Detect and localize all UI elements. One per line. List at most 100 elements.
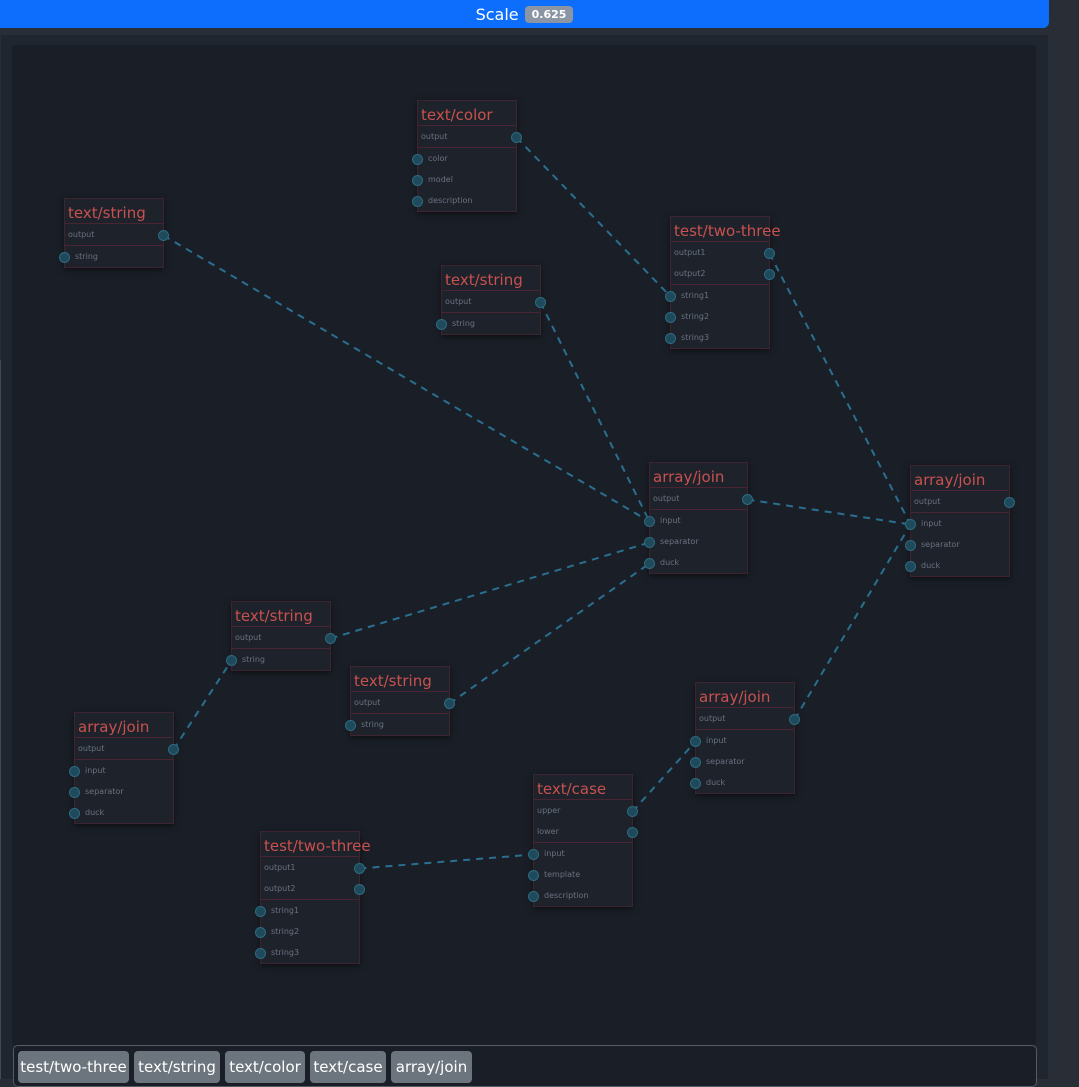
- input-port[interactable]: model: [412, 169, 516, 190]
- port-socket[interactable]: [69, 766, 80, 777]
- input-port[interactable]: string1: [255, 899, 359, 921]
- port-socket[interactable]: [345, 720, 356, 731]
- port-socket[interactable]: [59, 252, 70, 263]
- port-socket[interactable]: [690, 736, 701, 747]
- port-socket[interactable]: [690, 778, 701, 789]
- port-socket[interactable]: [412, 175, 423, 186]
- port-socket[interactable]: [354, 884, 365, 895]
- port-socket[interactable]: [69, 808, 80, 819]
- graph-node[interactable]: text/string output string: [345, 666, 455, 736]
- port-socket[interactable]: [69, 787, 80, 798]
- output-port[interactable]: output: [65, 224, 169, 245]
- palette-button-join[interactable]: array/join: [391, 1051, 472, 1083]
- port-socket[interactable]: [535, 297, 546, 308]
- graph-node[interactable]: array/join output input separator duck: [69, 712, 179, 824]
- port-socket[interactable]: [1004, 497, 1015, 508]
- port-socket[interactable]: [511, 132, 522, 143]
- input-port[interactable]: input: [644, 509, 747, 531]
- graph-node[interactable]: test/two-three output1 output2 string1 strin…: [255, 831, 371, 964]
- port-socket[interactable]: [742, 494, 753, 505]
- output-port[interactable]: lower: [534, 821, 638, 842]
- port-socket[interactable]: [665, 312, 676, 323]
- input-port[interactable]: string2: [255, 921, 359, 942]
- input-port[interactable]: separator: [644, 531, 747, 552]
- output-port[interactable]: upper: [534, 800, 638, 821]
- graph-node[interactable]: text/string output string: [436, 265, 546, 335]
- input-port[interactable]: string1: [665, 284, 769, 306]
- port-socket[interactable]: [789, 714, 800, 725]
- input-port[interactable]: duck: [644, 552, 747, 573]
- port-socket[interactable]: [255, 906, 266, 917]
- input-port[interactable]: input: [69, 759, 173, 781]
- port-socket[interactable]: [325, 633, 336, 644]
- port-socket[interactable]: [905, 561, 916, 572]
- port-socket[interactable]: [354, 863, 365, 874]
- port-socket[interactable]: [905, 519, 916, 530]
- port-socket[interactable]: [627, 827, 638, 838]
- port-socket[interactable]: [665, 333, 676, 344]
- input-port[interactable]: input: [528, 842, 632, 864]
- input-port[interactable]: duck: [69, 802, 173, 823]
- port-socket[interactable]: [764, 248, 775, 259]
- output-port[interactable]: output: [911, 491, 1015, 512]
- port-socket[interactable]: [412, 154, 423, 165]
- port-socket[interactable]: [528, 849, 539, 860]
- output-port[interactable]: output: [232, 627, 336, 648]
- graph-node[interactable]: array/join output input separator duck: [690, 682, 800, 794]
- output-port[interactable]: output: [696, 708, 800, 729]
- palette-button-case[interactable]: text/case: [310, 1051, 386, 1083]
- output-port[interactable]: output: [650, 488, 753, 509]
- port-socket[interactable]: [644, 516, 655, 527]
- input-port[interactable]: duck: [690, 772, 794, 793]
- output-port[interactable]: output: [351, 692, 455, 713]
- output-port[interactable]: output2: [261, 878, 365, 899]
- graph-node[interactable]: array/join output input separator duck: [905, 465, 1015, 577]
- port-socket[interactable]: [255, 927, 266, 938]
- input-port[interactable]: string3: [255, 942, 359, 963]
- input-port[interactable]: input: [690, 729, 794, 751]
- output-port[interactable]: output: [442, 291, 546, 312]
- graph-node[interactable]: text/case upper lower input template descript…: [528, 774, 638, 907]
- graph-node[interactable]: array/join output input separator duck: [644, 462, 753, 574]
- input-port[interactable]: description: [412, 190, 516, 211]
- input-port[interactable]: separator: [690, 751, 794, 772]
- port-socket[interactable]: [444, 698, 455, 709]
- graph-node[interactable]: test/two-three output1 output2 string1 strin…: [665, 216, 781, 349]
- port-socket[interactable]: [627, 806, 638, 817]
- graph-node[interactable]: text/string output string: [226, 601, 336, 671]
- input-port[interactable]: template: [528, 864, 632, 885]
- graph-node[interactable]: text/string output string: [59, 198, 169, 268]
- port-socket[interactable]: [764, 269, 775, 280]
- output-port[interactable]: output: [75, 738, 179, 759]
- port-socket[interactable]: [412, 196, 423, 207]
- input-port[interactable]: string: [226, 648, 330, 670]
- input-port[interactable]: string: [59, 245, 163, 267]
- output-port[interactable]: output: [418, 126, 522, 147]
- palette-button-color[interactable]: text/color: [225, 1051, 305, 1083]
- port-socket[interactable]: [528, 870, 539, 881]
- input-port[interactable]: description: [528, 885, 632, 906]
- input-port[interactable]: separator: [905, 534, 1009, 555]
- input-port[interactable]: string3: [665, 327, 769, 348]
- graph-node[interactable]: text/color output color model description: [412, 100, 522, 212]
- port-socket[interactable]: [644, 558, 655, 569]
- input-port[interactable]: color: [412, 147, 516, 169]
- port-socket[interactable]: [665, 291, 676, 302]
- input-port[interactable]: string: [436, 312, 540, 334]
- input-port[interactable]: separator: [69, 781, 173, 802]
- port-socket[interactable]: [690, 757, 701, 768]
- port-socket[interactable]: [168, 744, 179, 755]
- port-socket[interactable]: [644, 537, 655, 548]
- port-socket[interactable]: [255, 948, 266, 959]
- port-socket[interactable]: [158, 230, 169, 241]
- palette-button-string[interactable]: text/string: [134, 1051, 220, 1083]
- node-graph-canvas[interactable]: text/color output color model description te…: [12, 45, 1036, 1045]
- input-port[interactable]: input: [905, 512, 1009, 534]
- palette-button-two-three[interactable]: test/two-three: [18, 1051, 129, 1083]
- input-port[interactable]: string: [345, 713, 449, 735]
- output-port[interactable]: output2: [671, 263, 775, 284]
- port-socket[interactable]: [226, 655, 237, 666]
- port-socket[interactable]: [905, 540, 916, 551]
- port-socket[interactable]: [528, 891, 539, 902]
- input-port[interactable]: string2: [665, 306, 769, 327]
